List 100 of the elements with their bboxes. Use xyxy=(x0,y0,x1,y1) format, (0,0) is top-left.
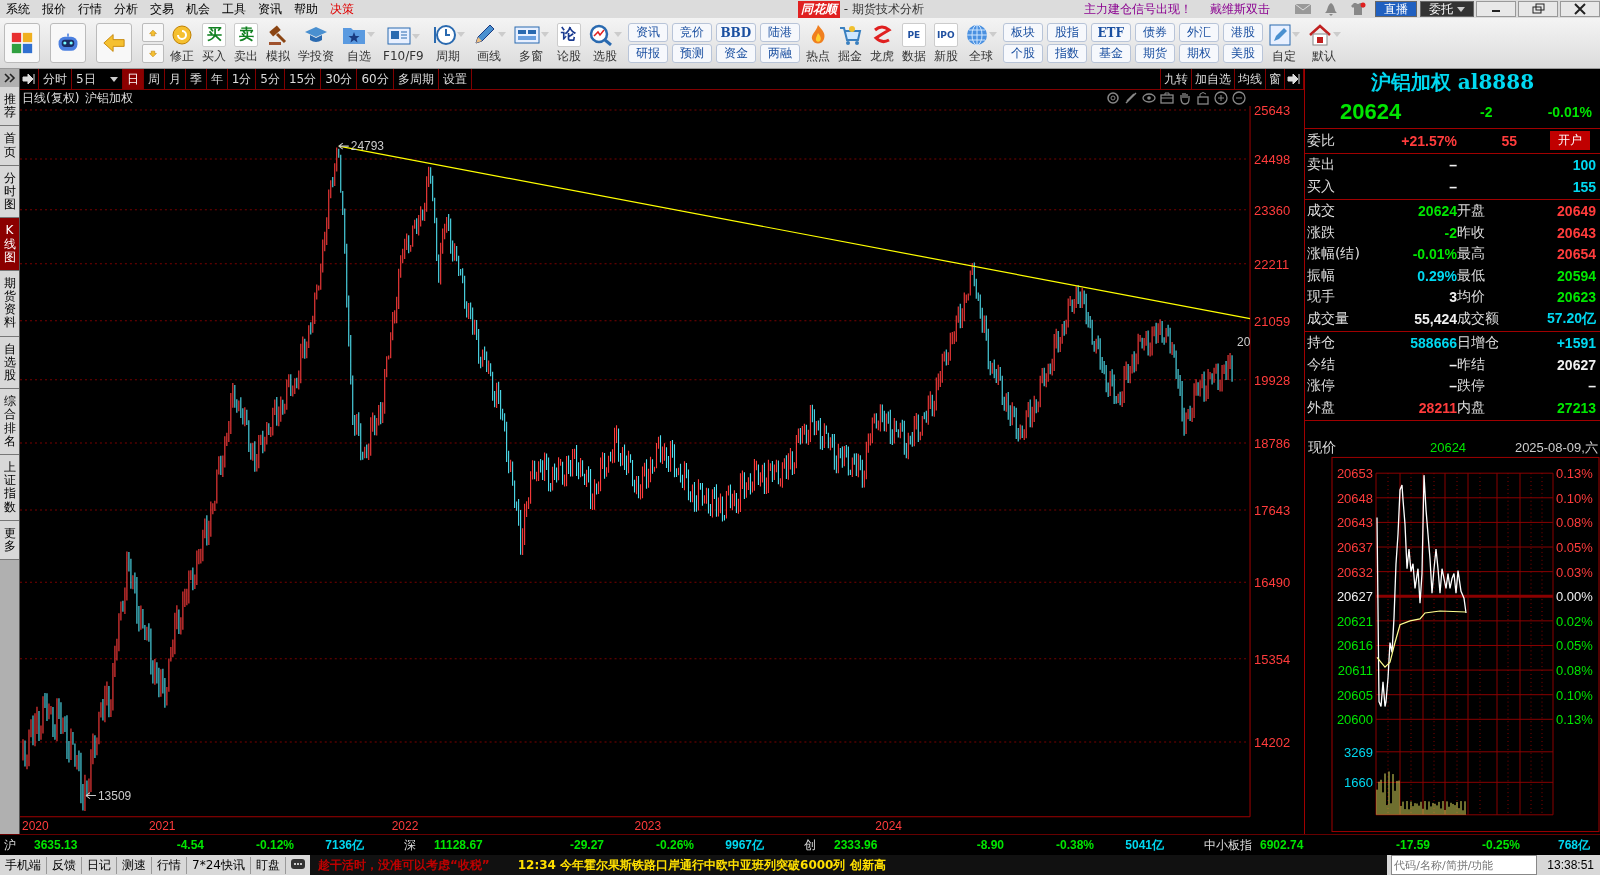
toolbar-button[interactable]: IPO 新股 xyxy=(931,21,960,65)
side-tab[interactable]: 推荐 xyxy=(0,87,19,127)
notice-link[interactable]: 主力建仓信号出现！ xyxy=(1084,0,1192,18)
toolbar-button[interactable]: 两融 xyxy=(759,44,800,63)
gear-icon[interactable] xyxy=(1106,91,1120,105)
side-tab[interactable]: 更多 xyxy=(0,520,19,561)
chart-tool-button[interactable]: 均线 xyxy=(1234,69,1265,89)
side-tab[interactable]: 期货资料 xyxy=(0,270,19,337)
toolbar-button[interactable]: 全球 xyxy=(963,21,999,65)
toolbar-button[interactable]: ETF xyxy=(1090,23,1131,42)
toolbar-button[interactable]: 股指 xyxy=(1046,23,1087,42)
menu-item[interactable]: 报价 xyxy=(36,0,72,18)
toolbar-button[interactable]: 选股 xyxy=(586,21,624,65)
close-icon[interactable] xyxy=(1571,2,1589,16)
globe-icon[interactable] xyxy=(965,23,988,46)
house-icon[interactable] xyxy=(1307,23,1332,46)
briefcase-icon[interactable] xyxy=(1160,91,1174,105)
eye-icon[interactable] xyxy=(1142,91,1156,105)
toolbar-button[interactable]: 模拟 xyxy=(264,21,292,65)
toolbar-button[interactable]: 外汇 xyxy=(1178,23,1219,42)
toolbar-button[interactable]: 个股 xyxy=(1002,44,1043,63)
chart-tool-button[interactable]: 九转 xyxy=(1160,69,1191,89)
status-link[interactable]: 手机端 xyxy=(0,856,47,874)
toolbar-button[interactable]: 预测 xyxy=(671,44,712,63)
app-grid-icon[interactable] xyxy=(11,30,33,56)
refresh-icon[interactable] xyxy=(171,23,193,46)
double-chevron-icon[interactable] xyxy=(3,73,16,83)
toolbar-button[interactable]: 研报 xyxy=(627,44,668,63)
toolbar-button[interactable]: 自选 xyxy=(340,21,377,65)
side-tab[interactable]: 首页 xyxy=(0,126,19,166)
chart-tool-button[interactable]: 窗 xyxy=(1265,69,1284,89)
toolbar-button[interactable]: 画线 xyxy=(470,21,508,65)
clock-icon[interactable] xyxy=(431,23,456,46)
zoom-out-icon[interactable] xyxy=(1232,91,1246,105)
toolbar-button[interactable]: 卖 卖出 xyxy=(232,21,260,65)
pen-icon[interactable] xyxy=(1124,91,1138,105)
news-ticker[interactable]: 12:34 今年霍尔果斯铁路口岸通行中欧中亚班列突破6000列 创新高 xyxy=(497,855,1388,875)
menu-item[interactable]: 决策 xyxy=(324,0,360,18)
side-tab[interactable]: 综合排名 xyxy=(0,389,19,455)
menu-item[interactable]: 工具 xyxy=(216,0,252,18)
toolbar-button[interactable]: 期权 xyxy=(1178,44,1219,63)
hand-icon[interactable] xyxy=(1178,91,1192,105)
chat-icon[interactable] xyxy=(289,858,306,872)
bell-icon[interactable] xyxy=(1324,2,1338,16)
edit-icon[interactable] xyxy=(1268,23,1291,46)
toolbar-button[interactable]: 学投资 xyxy=(296,21,336,65)
pencil-icon[interactable] xyxy=(472,23,497,46)
restore-icon[interactable] xyxy=(1529,2,1547,16)
toolbar-button[interactable]: BBD xyxy=(715,23,756,42)
toolbar-button[interactable]: 论 论股 xyxy=(554,21,583,65)
side-tab[interactable]: 自选股 xyxy=(0,336,19,390)
gavel-icon[interactable] xyxy=(267,23,289,46)
side-tab[interactable]: 上证指数 xyxy=(0,454,19,521)
status-link[interactable]: 7*24快讯 xyxy=(187,856,251,874)
toolbar-button[interactable]: F10/F9 xyxy=(381,23,426,63)
toolbar-button[interactable]: 资金 xyxy=(715,44,756,63)
search-field[interactable]: 代码/名称/简拼/功能 xyxy=(1391,855,1538,875)
period-tab[interactable]: 日 xyxy=(122,69,144,89)
menu-item[interactable]: 资讯 xyxy=(252,0,288,18)
status-link[interactable]: 日记 xyxy=(82,856,117,874)
status-link[interactable]: 测速 xyxy=(117,856,152,874)
menu-item[interactable]: 帮助 xyxy=(288,0,324,18)
toolbar-button[interactable]: 竞价 xyxy=(671,23,712,42)
graduation-cap-icon[interactable] xyxy=(304,24,328,45)
side-tab[interactable]: K线图 xyxy=(0,218,19,271)
toolbar-button[interactable]: 港股 xyxy=(1222,23,1263,42)
toolbar-button[interactable]: 修正 xyxy=(168,21,196,65)
expand-arrow-icon[interactable] xyxy=(1287,73,1301,85)
toolbar-button[interactable]: 买 买入 xyxy=(200,21,228,65)
toolbar-button[interactable]: 陆港 xyxy=(759,23,800,42)
toolbar-button[interactable]: 板块 xyxy=(1002,23,1043,42)
menu-item[interactable]: 分析 xyxy=(108,0,144,18)
collapse-arrow-icon[interactable] xyxy=(22,73,36,85)
toolbar-button[interactable]: 基金 xyxy=(1090,44,1131,63)
windows-icon[interactable] xyxy=(513,24,540,45)
toolbar-button[interactable]: 指数 xyxy=(1046,44,1087,63)
toolbar-button[interactable]: 期货 xyxy=(1134,44,1175,63)
lock-icon[interactable] xyxy=(1196,91,1210,105)
toolbar-button[interactable]: 债券 xyxy=(1134,23,1175,42)
toolbar-button[interactable]: 龙虎 xyxy=(867,21,896,65)
menu-item[interactable]: 行情 xyxy=(72,0,108,18)
live-button[interactable]: 直播 xyxy=(1375,1,1417,17)
open-account-button[interactable]: 开户 xyxy=(1550,131,1590,151)
status-link[interactable]: 反馈 xyxy=(47,856,82,874)
search-chart-icon[interactable] xyxy=(588,23,613,46)
shirt-icon[interactable] xyxy=(1350,2,1366,16)
cart-icon[interactable] xyxy=(837,23,862,46)
toolbar-button[interactable]: 自定 xyxy=(1266,21,1302,65)
menu-item[interactable]: 系统 xyxy=(0,0,36,18)
menu-item[interactable]: 交易 xyxy=(144,0,180,18)
status-link[interactable]: 行情 xyxy=(152,856,187,874)
menu-item[interactable]: 机会 xyxy=(180,0,216,18)
side-tab[interactable]: 分时图 xyxy=(0,165,19,219)
toolbar-button[interactable]: PE 数据 xyxy=(899,21,928,65)
toolbar-button[interactable]: 默认 xyxy=(1305,21,1343,65)
document-icon[interactable] xyxy=(386,26,411,46)
toolbar-button[interactable]: 掘金 xyxy=(835,21,864,65)
notice-link[interactable]: 戴维斯双击 xyxy=(1210,0,1270,18)
status-link[interactable]: 盯盘 xyxy=(250,856,286,874)
toolbar-button[interactable]: 多窗 xyxy=(511,21,551,65)
